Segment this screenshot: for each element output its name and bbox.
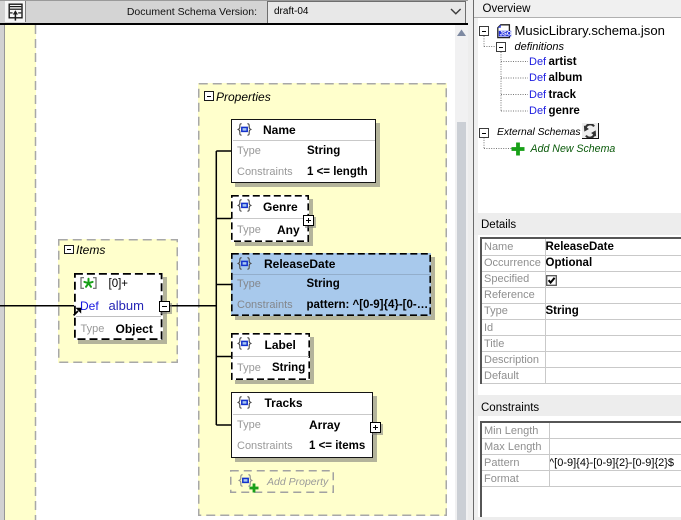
svg-text:JSO: JSO: [500, 31, 512, 37]
